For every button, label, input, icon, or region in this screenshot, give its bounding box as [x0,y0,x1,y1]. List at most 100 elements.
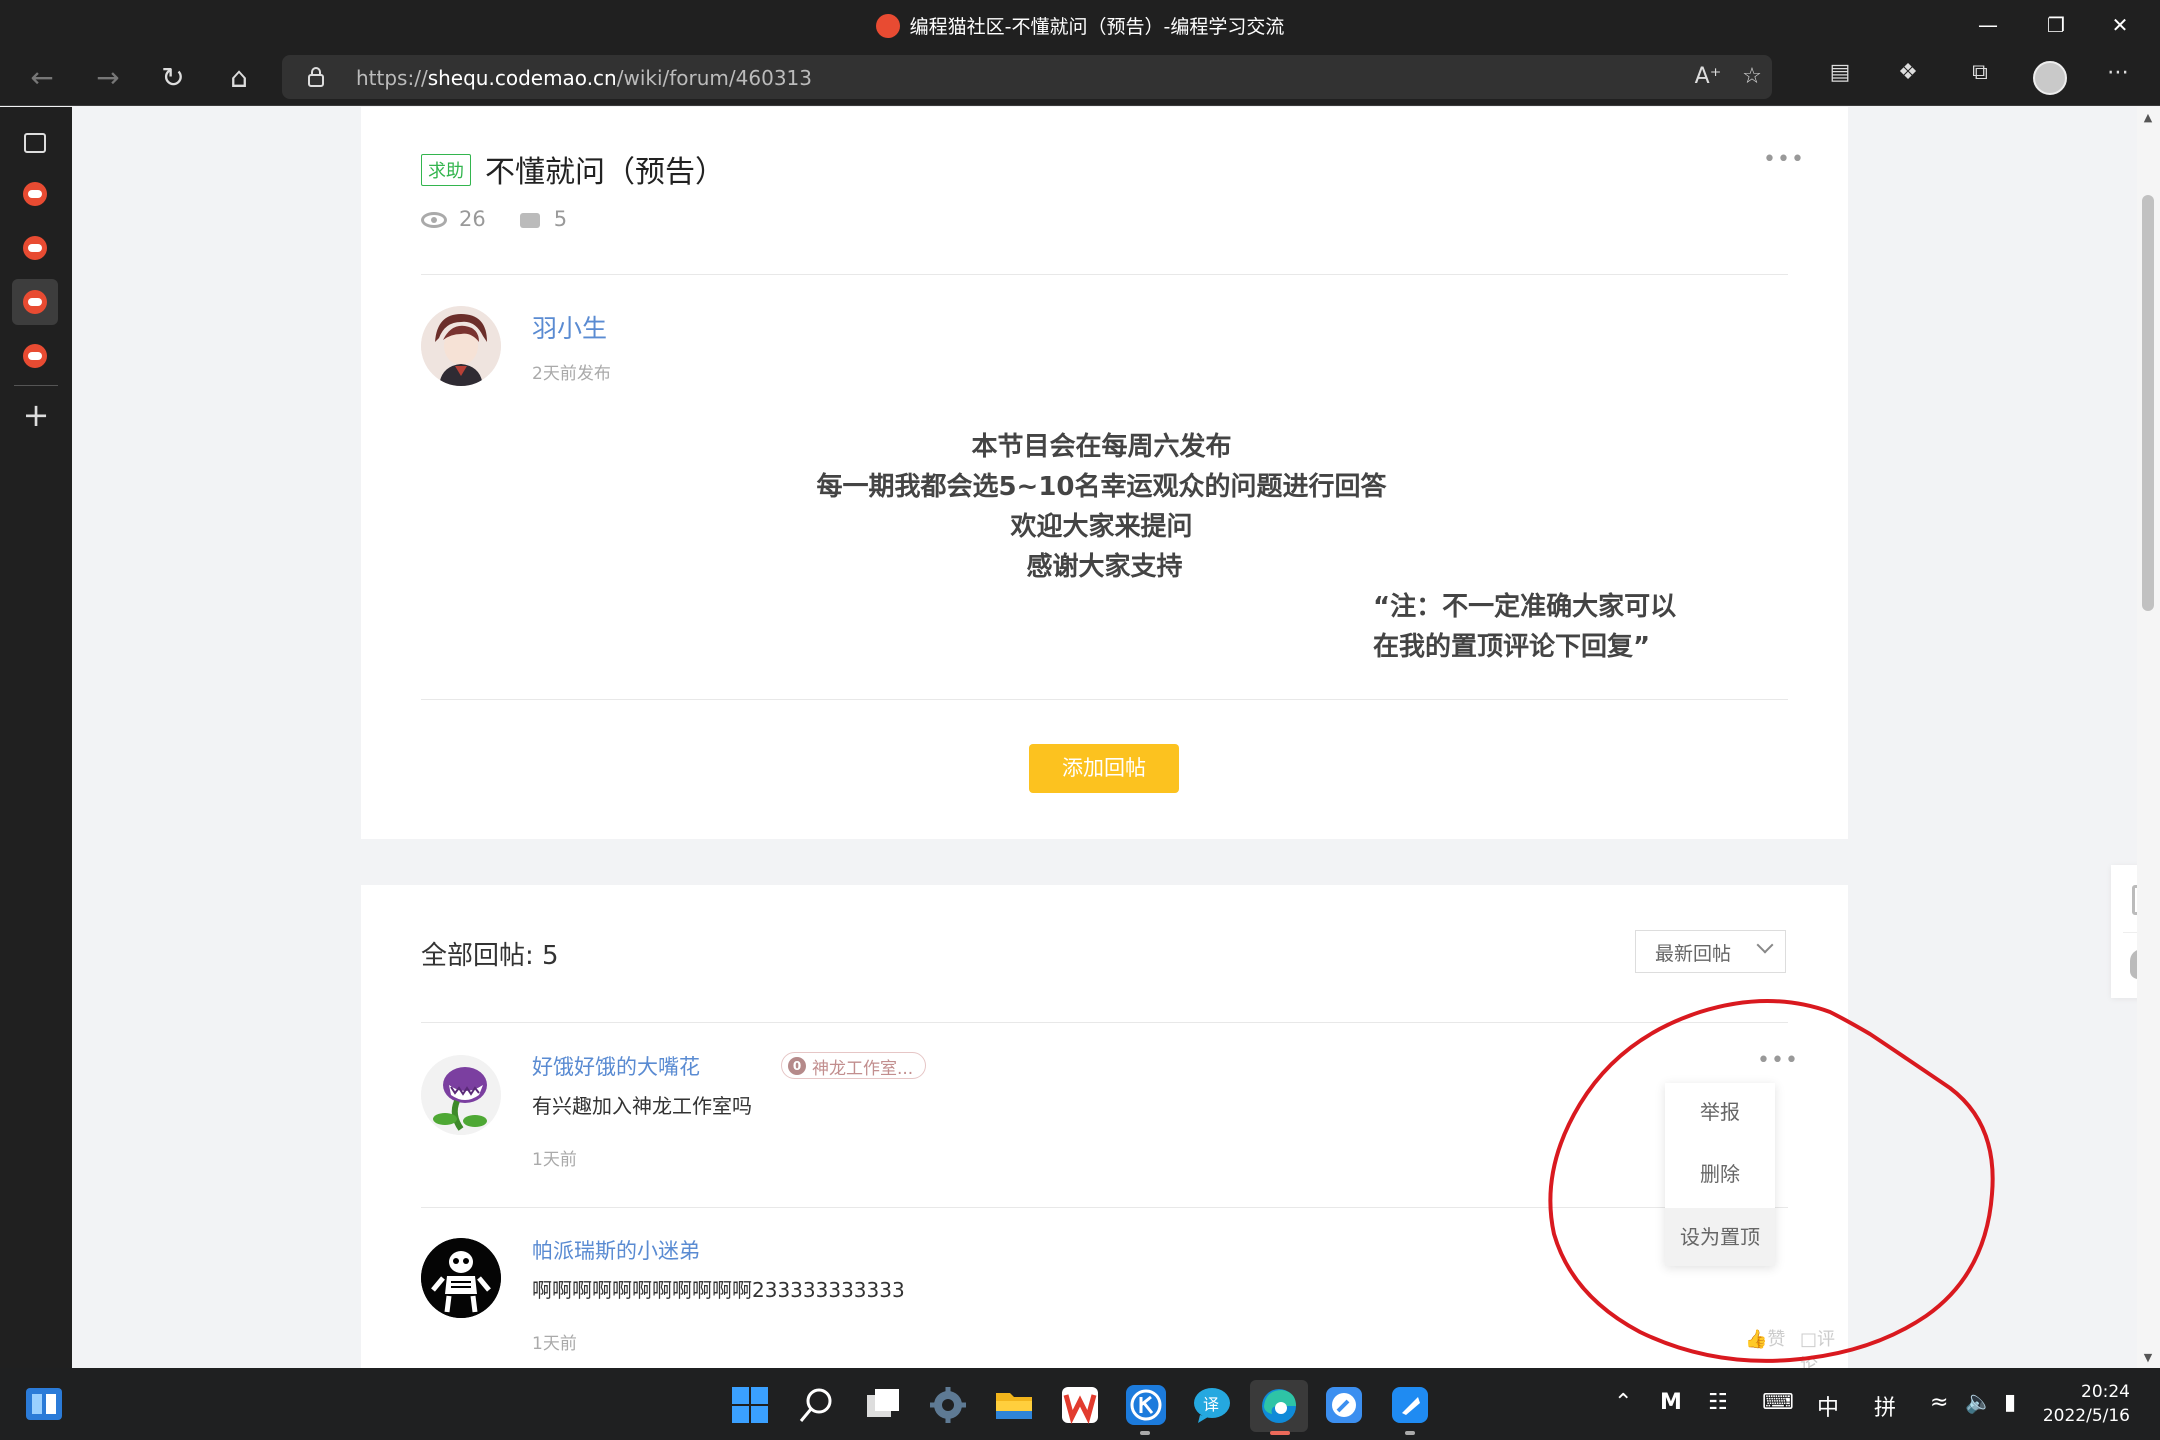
tab-actions-icon[interactable] [24,133,46,153]
k-music-icon [1126,1385,1166,1425]
url-path: /wiki/forum/460313 [616,66,812,90]
ime-language[interactable]: 中 [1817,1390,1839,1422]
codemao-logo-icon [23,344,47,368]
sort-dropdown[interactable]: 最新回帖 [1635,930,1786,973]
tab-codemao-1[interactable] [12,171,58,217]
post-more-icon[interactable]: ••• [1763,147,1805,172]
forward-button[interactable]: → [88,58,128,98]
task-view-icon [867,1389,899,1417]
studio-badge[interactable]: 0 神龙工作室... [781,1052,927,1079]
author-avatar-image [421,306,501,386]
ime-mode[interactable]: 拼 [1874,1390,1896,1422]
reply-avatar[interactable] [421,1055,501,1135]
add-reply-button[interactable]: 添加回帖 [1029,744,1179,793]
codemao-logo-icon [875,13,900,38]
task-view-button[interactable] [861,1383,905,1427]
tray-overflow-icon[interactable]: ⌃ [1614,1390,1632,1415]
chevron-down-icon [1756,936,1774,954]
level-badge-icon: 0 [788,1057,806,1075]
lock-icon [308,67,324,87]
active-indicator [1270,1431,1290,1435]
minimize-button[interactable]: — [1968,10,2008,40]
gear-icon [930,1387,966,1423]
clock[interactable]: 20:24 2022/5/16 [2040,1380,2130,1428]
publish-time: 2天前发布 [532,364,611,384]
url-host: shequ.codemao.cn [427,66,617,90]
svg-text:译: 译 [1203,1395,1219,1414]
body-line: 本节目会在每周六发布 [971,432,1232,462]
collections-icon[interactable]: ⧉ [1962,58,1998,88]
kugou-button[interactable] [1124,1383,1168,1427]
replies-count-header: 全部回帖: 5 [421,941,559,971]
red-annotation-circle [1548,999,1995,1363]
tray-tune-icon[interactable]: ☷ [1708,1390,1728,1415]
post-stats: 26 5 [421,207,567,231]
file-explorer-button[interactable] [992,1383,1036,1427]
codemao-logo-icon [23,236,47,260]
views-icon [421,212,447,228]
add-favorite-icon[interactable]: ☆ [1734,62,1770,92]
volume-muted-icon[interactable]: 🔈 [1965,1390,1992,1415]
divider [421,699,1788,700]
feishu-button[interactable] [1388,1383,1432,1427]
home-button[interactable]: ⌂ [219,58,259,98]
divider [421,274,1788,275]
read-aloud-icon[interactable]: A⁺ [1690,62,1726,92]
settings-more-icon[interactable]: ⋯ [2100,58,2136,88]
address-bar[interactable]: https://shequ.codemao.cn/wiki/forum/4603… [282,55,1772,99]
codemao-logo-icon [23,290,47,314]
reply-avatar[interactable] [421,1238,501,1318]
edge-browser-button[interactable] [1250,1380,1308,1432]
reply-text: 啊啊啊啊啊啊啊啊啊啊啊233333333333 [532,1278,905,1302]
window-title: 编程猫社区-不懂就问（预告）-编程学习交流 [0,12,2160,40]
battery-icon[interactable]: ▮ [2004,1390,2016,1415]
app-blue-button[interactable] [1322,1383,1366,1427]
reply-author-name[interactable]: 好饿好饿的大嘴花 [532,1051,700,1081]
wps-office-button[interactable] [1058,1383,1102,1427]
reply-text: 有兴趣加入神龙工作室吗 [532,1094,752,1118]
search-button[interactable] [795,1383,839,1427]
restore-button[interactable]: ❐ [2036,10,2076,40]
close-button[interactable]: ✕ [2100,10,2140,40]
body-line: 感谢大家支持 [1026,552,1183,582]
tray-app-icon[interactable]: M [1660,1390,1682,1415]
scrollbar-thumb[interactable] [2142,195,2154,611]
wps-w-icon [1062,1387,1098,1424]
reading-view-icon[interactable]: ▤ [1822,58,1858,88]
tab-codemao-active[interactable] [12,279,58,325]
translate-bubble-icon: 译 [1194,1388,1230,1423]
tab-codemao-4[interactable] [12,333,58,379]
back-button[interactable]: ← [22,58,62,98]
reply-time: 1天前 [532,1150,577,1170]
qq-icon[interactable] [2130,949,2137,979]
comments-count: 5 [553,207,568,231]
settings-app-button[interactable] [926,1383,970,1427]
chomper-avatar-image [421,1055,501,1135]
translate-button[interactable]: 译 [1190,1383,1234,1427]
comments-icon [519,212,540,228]
wifi-icon[interactable]: ≈ [1930,1390,1948,1415]
start-button[interactable] [728,1383,772,1427]
reply-author-name[interactable]: 帕派瑞斯的小迷弟 [532,1235,700,1265]
post-title: 不懂就问（预告） [485,155,725,190]
tools-divider [2123,932,2137,933]
new-tab-button[interactable]: + [18,397,54,433]
scroll-down-arrow-icon[interactable]: ▼ [2142,1351,2154,1364]
tab-codemao-2[interactable] [12,225,58,271]
keyboard-icon[interactable]: ⌨ [1762,1390,1794,1415]
studio-badge-label: 神龙工作室... [812,1059,914,1079]
body-line: 欢迎大家来提问 [1010,512,1193,542]
body-line: 每一期我都会选5~10名幸运观众的问题进行回答 [816,472,1387,502]
profile-avatar[interactable] [2033,61,2067,95]
reload-button[interactable]: ↻ [153,58,193,98]
page-scrollbar[interactable]: ▲ ▼ [2137,107,2160,1368]
url-text: https://shequ.codemao.cn/wiki/forum/4603… [356,66,812,90]
codemao-logo-icon [23,182,47,206]
extensions-icon[interactable]: ❖ [1890,58,1926,88]
taskbar: 译 ⌃ M ☷ ⌨ 中 拼 ≈ 🔈 ▮ 20:24 2022/5/16 [0,1368,2160,1440]
desktop-widget-icon[interactable] [24,1384,64,1424]
compass-app-icon [1326,1387,1362,1423]
author-name[interactable]: 羽小生 [532,309,607,345]
author-avatar[interactable] [421,306,501,386]
scroll-up-arrow-icon[interactable]: ▲ [2142,111,2154,124]
